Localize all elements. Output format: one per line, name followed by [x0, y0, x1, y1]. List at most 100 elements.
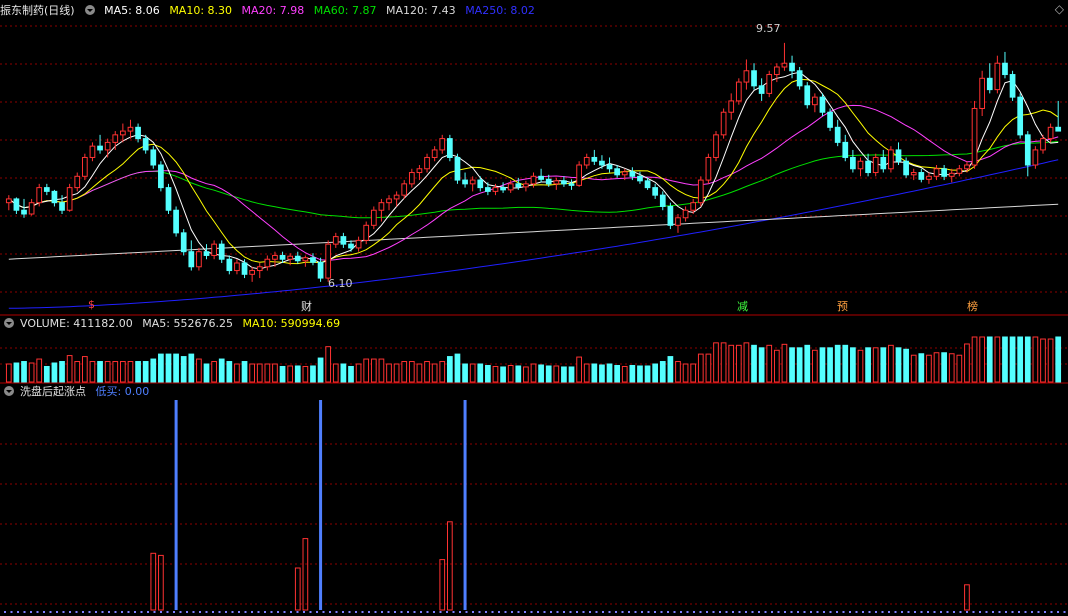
baseline-dot: [62, 611, 65, 613]
dropdown-icon[interactable]: [4, 386, 14, 396]
volume-bar: [150, 358, 157, 383]
candle-body: [621, 171, 628, 176]
volume-bar: [515, 365, 522, 383]
volume-bar: [1024, 336, 1031, 383]
candle-body: [43, 187, 50, 192]
candle-body: [424, 156, 430, 170]
volume-bar: [43, 365, 50, 383]
event-marker[interactable]: 减: [737, 298, 748, 314]
baseline-dot: [725, 611, 728, 613]
baseline-dot: [465, 611, 468, 613]
dropdown-icon[interactable]: [4, 318, 14, 328]
volume-bar: [241, 361, 248, 383]
baseline-dot: [134, 611, 136, 613]
baseline-dot: [511, 611, 513, 613]
baseline-dot: [75, 611, 78, 613]
baseline-dot: [147, 611, 149, 613]
candle-body: [796, 70, 803, 87]
candle-body: [758, 85, 765, 94]
volume-bar: [888, 344, 894, 383]
candle-body: [203, 251, 210, 256]
candle-body: [515, 183, 522, 188]
candle-body: [66, 187, 73, 211]
volume-bar: [469, 363, 476, 383]
baseline-dot: [868, 611, 871, 613]
volume-bar: [507, 364, 514, 383]
candle-body: [895, 149, 902, 162]
main-header: 振东制药(日线) MA5: 8.06 MA10: 8.30 MA20: 7.98…: [0, 3, 541, 19]
baseline-dot: [140, 611, 143, 613]
baseline-dot: [1057, 611, 1059, 613]
stock-title: 振东制药(日线): [0, 4, 75, 17]
baseline-dot: [959, 611, 962, 613]
volume-bar: [933, 352, 940, 383]
event-marker[interactable]: 预: [837, 298, 848, 314]
dropdown-icon[interactable]: [84, 5, 95, 15]
ma20-label: MA20: 7.98: [241, 4, 305, 17]
indicator-bar: [964, 584, 970, 611]
volume-bar: [865, 347, 871, 383]
candle-body: [766, 74, 773, 94]
candle-body: [834, 126, 841, 143]
baseline-dot: [472, 611, 474, 613]
high-price-label: 9.57: [756, 22, 781, 35]
candle-body: [591, 156, 598, 162]
volume-bar: [173, 353, 179, 383]
volume-bar: [28, 362, 35, 383]
volume-bar: [918, 353, 925, 383]
stock-chart[interactable]: [0, 0, 1068, 616]
volume-bar: [302, 365, 309, 383]
volume-bar: [234, 363, 240, 383]
volume-bar: [553, 365, 560, 383]
candle-body: [614, 168, 621, 176]
volume-bar: [986, 336, 993, 383]
candle-body: [933, 168, 940, 177]
volume-bar: [439, 361, 446, 383]
volume-bar: [705, 353, 712, 383]
volume-ma5-label: MA5: 552676.25: [142, 317, 233, 330]
volume-bar: [256, 363, 263, 383]
diamond-icon[interactable]: ◇: [1055, 2, 1064, 16]
volume-bar: [568, 366, 575, 383]
baseline-dot: [998, 611, 1001, 613]
event-marker[interactable]: 财: [301, 298, 312, 314]
volume-bar: [857, 349, 864, 383]
volume-bar: [416, 363, 423, 383]
candle-body: [340, 236, 347, 245]
event-marker[interactable]: $: [88, 298, 95, 311]
baseline-dot: [160, 611, 162, 613]
candle-body: [857, 160, 864, 170]
candle-body: [89, 145, 96, 158]
volume-bar: [956, 354, 963, 383]
volume-bar: [249, 363, 255, 383]
volume-bar: [819, 347, 826, 383]
candle-body: [720, 111, 727, 136]
candle-body: [956, 168, 963, 174]
baseline-dot: [615, 611, 617, 613]
event-marker[interactable]: 榜: [967, 298, 978, 314]
ma120-label: MA120: 7.43: [385, 4, 456, 17]
baseline-dot: [992, 611, 994, 613]
volume-bar: [431, 363, 438, 383]
baseline-dot: [114, 611, 117, 613]
baseline-dot: [875, 611, 877, 613]
volume-bar: [941, 352, 947, 383]
candle-body: [416, 168, 423, 174]
baseline-dot: [732, 611, 734, 613]
volume-bar: [964, 343, 970, 383]
candle-body: [675, 217, 681, 226]
baseline-dot: [907, 611, 910, 613]
baseline-dot: [556, 611, 559, 613]
volume-bar: [127, 361, 134, 383]
candle-body: [713, 134, 719, 158]
volume-bar: [348, 365, 354, 383]
volume-bar: [492, 365, 499, 383]
candle-body: [485, 187, 491, 192]
candle-body: [112, 134, 119, 143]
candle-body: [287, 255, 294, 260]
candle-body: [142, 138, 149, 151]
volume-bar: [485, 364, 491, 383]
volume-bar: [211, 361, 217, 383]
volume-bar: [1009, 336, 1016, 383]
candle-body: [97, 145, 103, 151]
